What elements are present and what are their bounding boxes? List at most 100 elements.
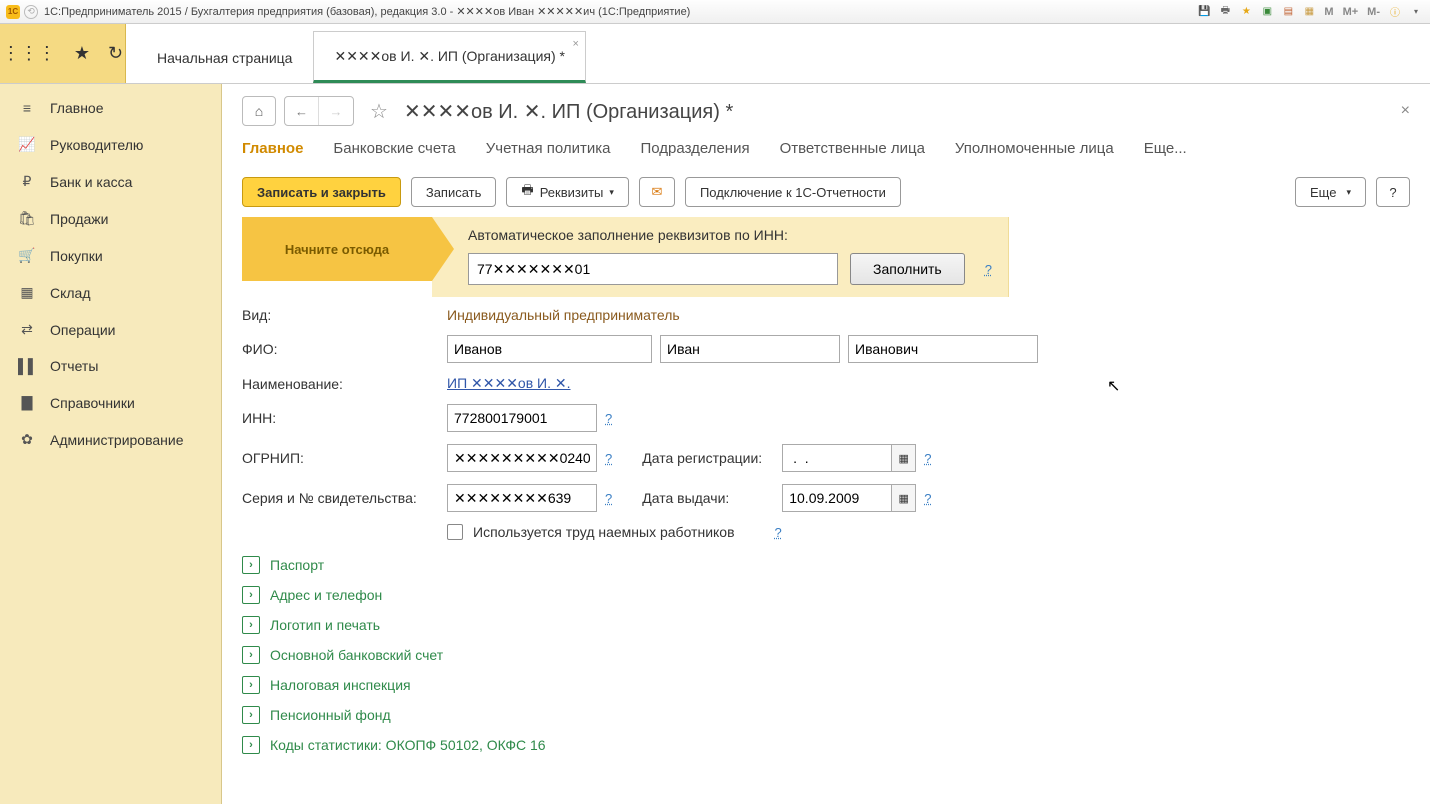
close-page-icon[interactable]: × (1401, 102, 1410, 120)
expander-logo[interactable]: ›Логотип и печать (242, 616, 1410, 634)
save-button[interactable]: Записать (411, 177, 497, 207)
tool-star-icon[interactable]: ★ (1238, 4, 1254, 20)
expander-label: Паспорт (270, 557, 324, 573)
regdate-input[interactable] (782, 444, 892, 472)
sidebar-item-purchases[interactable]: 🛒Покупки (0, 237, 221, 274)
nav-back-button[interactable]: ← (285, 97, 319, 125)
ogrnip-input[interactable] (447, 444, 597, 472)
help-link[interactable]: ? (605, 411, 612, 426)
subtab-responsible[interactable]: Ответственные лица (780, 140, 925, 161)
calendar-icon[interactable]: ▦ (892, 484, 916, 512)
expander-statcodes[interactable]: ›Коды статистики: ОКОПФ 50102, ОКФС 16 (242, 736, 1410, 754)
window-titlebar: 1C ⟲ 1С:Предприниматель 2015 / Бухгалтер… (0, 0, 1430, 24)
dropdown-icon[interactable]: ▾ (1408, 4, 1424, 20)
star-icon[interactable]: ★ (74, 43, 90, 64)
subtab-main[interactable]: Главное (242, 140, 303, 161)
tab-start-page[interactable]: Начальная страница (136, 31, 313, 83)
tool-calendar-icon[interactable]: ▤ (1280, 4, 1296, 20)
requisites-button[interactable]: 🖶Реквизиты▾ (506, 177, 629, 207)
button-label: Еще (1310, 185, 1336, 200)
expander-label: Адрес и телефон (270, 587, 382, 603)
tool-print-icon[interactable]: 🖶 (1217, 4, 1233, 20)
expander-address[interactable]: ›Адрес и телефон (242, 586, 1410, 604)
gear-icon: ✿ (18, 431, 36, 448)
m-button[interactable]: M (1322, 4, 1335, 20)
cert-input[interactable] (447, 484, 597, 512)
more-button[interactable]: Еще▾ (1295, 177, 1366, 207)
name-input[interactable] (660, 335, 840, 363)
help-link[interactable]: ? (775, 525, 782, 540)
mail-button[interactable]: ✉ (639, 177, 675, 207)
help-link[interactable]: ? (605, 491, 612, 506)
expander-tax[interactable]: ›Налоговая инспекция (242, 676, 1410, 694)
subtab-authorized[interactable]: Уполномоченные лица (955, 140, 1114, 161)
subtab-more[interactable]: Еще... (1144, 140, 1187, 161)
sidebar-item-main[interactable]: ≡Главное (0, 90, 221, 126)
sidebar-item-bank[interactable]: ₽Банк и касса (0, 163, 221, 200)
titlebar-back-icon[interactable]: ⟲ (24, 5, 38, 19)
label-naim: Наименование: (242, 376, 447, 392)
button-label: Записать и закрыть (257, 185, 386, 200)
sidebar-item-reports[interactable]: ▌▌Отчеты (0, 348, 221, 384)
expander-label: Основной банковский счет (270, 647, 443, 663)
inn-input[interactable] (447, 404, 597, 432)
chevron-down-icon: ▾ (609, 187, 614, 198)
expander-label: Коды статистики: ОКОПФ 50102, ОКФС 16 (270, 737, 546, 753)
expander-label: Логотип и печать (270, 617, 380, 633)
subtab-bank-accounts[interactable]: Банковские счета (333, 140, 455, 161)
grid-icon[interactable]: ⋮⋮⋮ (2, 43, 56, 64)
label-issuedate: Дата выдачи: (642, 490, 782, 506)
button-label: Подключение к 1С-Отчетности (700, 185, 886, 200)
calendar-icon[interactable]: ▦ (892, 444, 916, 472)
subtab-accounting-policy[interactable]: Учетная политика (486, 140, 611, 161)
expander-pension[interactable]: ›Пенсионный фонд (242, 706, 1410, 724)
sidebar-item-sales[interactable]: 🛍Продажи (0, 200, 221, 237)
button-label: Реквизиты (540, 185, 604, 200)
favorite-icon[interactable]: ☆ (370, 99, 388, 124)
sub-tabs: Главное Банковские счета Учетная политик… (242, 140, 1410, 161)
sidebar-item-stock[interactable]: ▦Склад (0, 274, 221, 311)
label-cert: Серия и № свидетельства: (242, 490, 447, 506)
tab-close-icon[interactable]: × (573, 38, 579, 50)
home-button[interactable]: ⌂ (242, 96, 276, 126)
help-link[interactable]: ? (924, 451, 931, 466)
nav-forward-button[interactable]: → (319, 97, 353, 125)
hired-checkbox[interactable] (447, 524, 463, 540)
naim-link[interactable]: ИП ✕✕✕✕ов И. ✕. (447, 375, 571, 392)
m-plus-button[interactable]: M+ (1341, 4, 1361, 20)
help-link[interactable]: ? (985, 262, 992, 277)
sidebar-nav: ≡Главное 📈Руководителю ₽Банк и касса 🛍Пр… (0, 84, 222, 804)
save-close-button[interactable]: Записать и закрыть (242, 177, 401, 207)
titlebar-tools: 💾 🖶 ★ ▣ ▤ ▦ M M+ M- ⓘ ▾ (1196, 4, 1424, 20)
tool-save-icon[interactable]: 💾 (1196, 4, 1212, 20)
patronymic-input[interactable] (848, 335, 1038, 363)
hint-arrow-label: Начните отсюда (285, 242, 389, 257)
surname-input[interactable] (447, 335, 652, 363)
inn-auto-input[interactable] (468, 253, 838, 285)
hint-title: Автоматическое заполнение реквизитов по … (468, 227, 992, 243)
label-hired: Используется труд наемных работников (473, 524, 735, 540)
tab-organization[interactable]: ✕✕✕✕ов И. ✕. ИП (Организация) * × (313, 31, 586, 83)
subtab-divisions[interactable]: Подразделения (641, 140, 750, 161)
tool-calc-icon[interactable]: ▦ (1301, 4, 1317, 20)
bars-icon: ▌▌ (18, 358, 36, 374)
chevron-right-icon: › (242, 646, 260, 664)
connect-reporting-button[interactable]: Подключение к 1С-Отчетности (685, 177, 901, 207)
m-minus-button[interactable]: M- (1365, 4, 1382, 20)
sidebar-item-operations[interactable]: ⇄Операции (0, 311, 221, 348)
expander-passport[interactable]: ›Паспорт (242, 556, 1410, 574)
tool-icon[interactable]: ▣ (1259, 4, 1275, 20)
app-icon: 1C (6, 5, 20, 19)
issuedate-input[interactable] (782, 484, 892, 512)
fill-button[interactable]: Заполнить (850, 253, 965, 285)
info-icon[interactable]: ⓘ (1387, 4, 1403, 20)
help-link[interactable]: ? (924, 491, 931, 506)
help-link[interactable]: ? (605, 451, 612, 466)
history-icon[interactable]: ↻ (108, 43, 123, 64)
chevron-right-icon: › (242, 676, 260, 694)
help-button[interactable]: ? (1376, 177, 1410, 207)
sidebar-item-directories[interactable]: ▇Справочники (0, 384, 221, 421)
expander-bank[interactable]: › Основной банковский счет (242, 646, 1410, 664)
sidebar-item-admin[interactable]: ✿Администрирование (0, 421, 221, 458)
sidebar-item-manager[interactable]: 📈Руководителю (0, 126, 221, 163)
